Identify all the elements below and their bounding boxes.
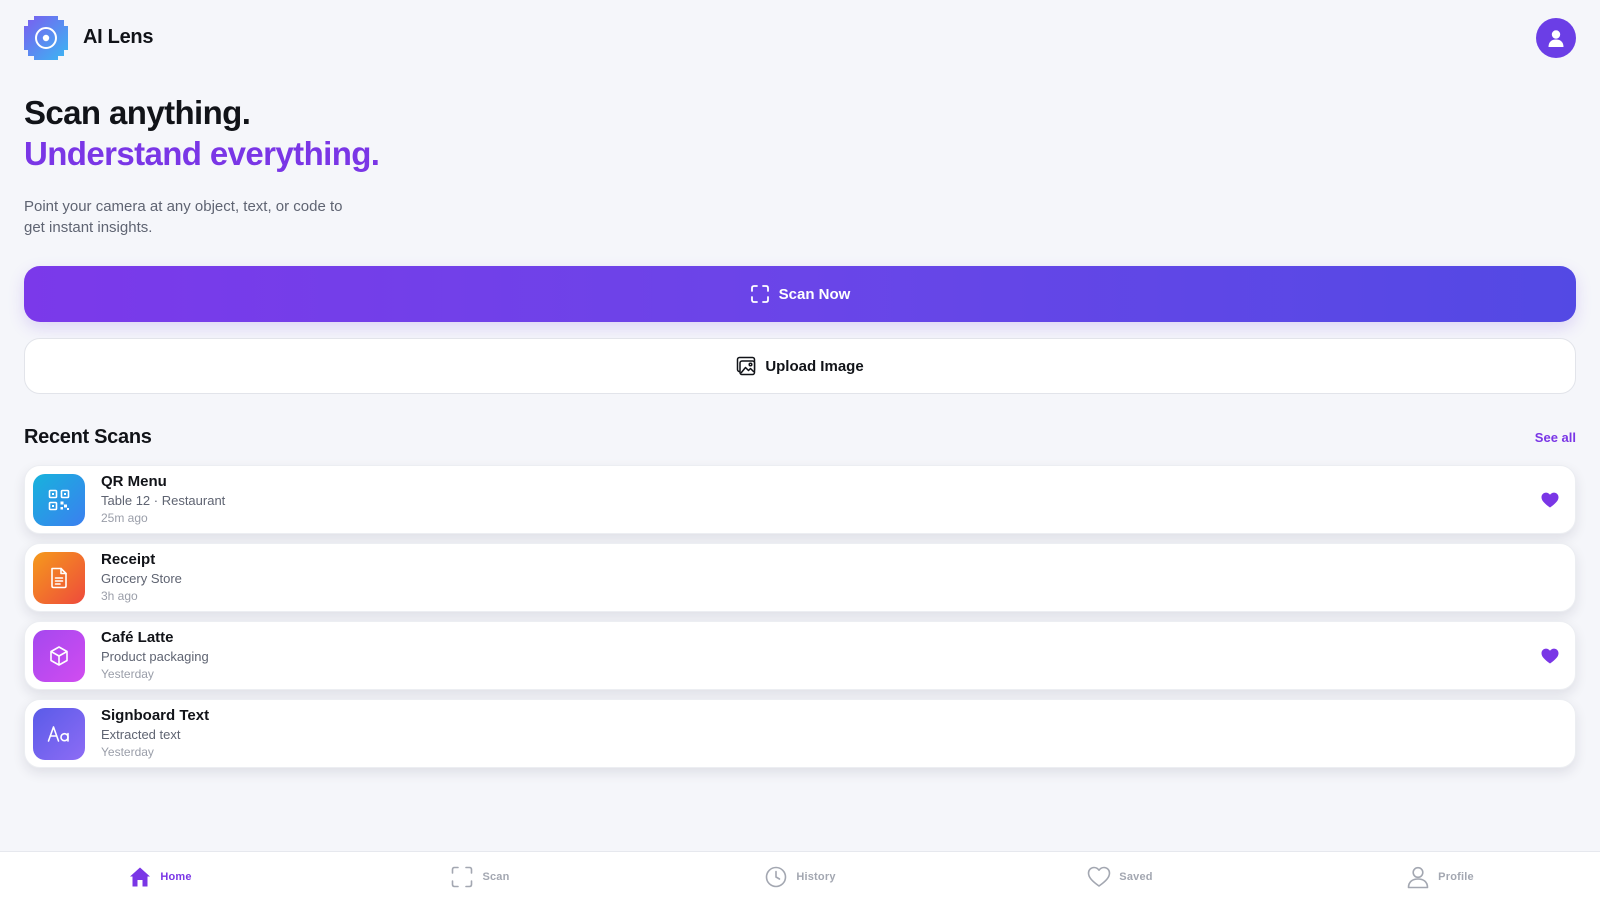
- image-icon: [736, 356, 756, 376]
- scan-subtitle: Grocery Store: [101, 571, 182, 586]
- scan-item-receipt[interactable]: Receipt Grocery Store 3h ago: [24, 543, 1576, 612]
- scan-time: Yesterday: [101, 667, 154, 681]
- document-icon: [51, 567, 67, 588]
- nav-item-profile[interactable]: Profile: [1280, 852, 1600, 900]
- user-icon: [1406, 865, 1430, 889]
- nav-label: History: [796, 871, 836, 883]
- scan-subtitle: Extracted text: [101, 727, 181, 742]
- hero-headline: Scan anything.: [24, 94, 251, 131]
- scan-time: 25m ago: [101, 511, 148, 525]
- scan-item-qr-menu[interactable]: QR Menu Table 12 · Restaurant 25m ago: [24, 465, 1576, 534]
- scan-thumb: [33, 629, 85, 682]
- box-icon: [50, 645, 68, 666]
- upload-image-label: Upload Image: [765, 357, 864, 375]
- scan-title: QR Menu: [101, 473, 167, 490]
- nav-label: Saved: [1119, 871, 1153, 883]
- nav-item-history[interactable]: History: [640, 852, 960, 900]
- scan-now-button[interactable]: Scan Now: [24, 266, 1576, 322]
- heart-icon: [1087, 866, 1111, 888]
- scan-thumb: [33, 473, 85, 526]
- nav-label: Home: [160, 871, 192, 883]
- brand[interactable]: AI Lens: [24, 15, 154, 60]
- scan-title: Receipt: [101, 551, 156, 568]
- recent-scans-header: Recent Scans See all: [24, 424, 1576, 450]
- bottom-nav: Home Scan History Saved Profile: [0, 851, 1600, 900]
- favorite-heart-icon[interactable]: [1541, 648, 1559, 664]
- app-logo-icon: [24, 15, 68, 60]
- scan-item-signboard-text[interactable]: Signboard Text Extracted text Yesterday: [24, 699, 1576, 768]
- app-name: AI Lens: [83, 26, 154, 48]
- recent-scans-title: Recent Scans: [24, 425, 152, 448]
- qr-code-icon: [48, 489, 70, 510]
- scan-frame-icon: [450, 865, 474, 889]
- favorite-heart-icon[interactable]: [1541, 492, 1559, 508]
- scan-item-cafe-latte[interactable]: Café Latte Product packaging Yesterday: [24, 621, 1576, 690]
- hero-headline-accent: Understand everything.: [24, 135, 380, 172]
- clock-icon: [764, 865, 788, 889]
- user-icon: [1548, 29, 1564, 47]
- scan-thumb: [33, 551, 85, 604]
- hero-section: Scan anything. Understand everything. Po…: [24, 92, 380, 238]
- user-avatar-button[interactable]: [1536, 17, 1576, 58]
- app-header: AI Lens: [24, 15, 1576, 60]
- nav-item-scan[interactable]: Scan: [320, 852, 640, 900]
- scan-title: Café Latte: [101, 629, 174, 646]
- scan-now-label: Scan Now: [778, 285, 851, 303]
- scan-subtitle: Table 12 · Restaurant: [101, 493, 226, 508]
- scan-time: Yesterday: [101, 745, 154, 759]
- recent-scans-list: QR Menu Table 12 · Restaurant 25m ago Re…: [24, 465, 1576, 777]
- nav-item-home[interactable]: Home: [0, 852, 320, 900]
- nav-label: Profile: [1438, 871, 1474, 883]
- nav-item-saved[interactable]: Saved: [960, 852, 1280, 900]
- see-all-link[interactable]: See all: [1535, 430, 1576, 445]
- scan-time: 3h ago: [101, 589, 138, 603]
- home-icon: [128, 865, 152, 889]
- scan-subtitle: Product packaging: [101, 649, 209, 664]
- scan-thumb: [33, 707, 85, 760]
- text-icon: [47, 725, 69, 742]
- hero-description: Point your camera at any object, text, o…: [24, 198, 343, 236]
- scan-frame-icon: [750, 284, 770, 304]
- upload-image-button[interactable]: Upload Image: [24, 338, 1576, 394]
- nav-label: Scan: [482, 871, 510, 883]
- scan-title: Signboard Text: [101, 707, 210, 724]
